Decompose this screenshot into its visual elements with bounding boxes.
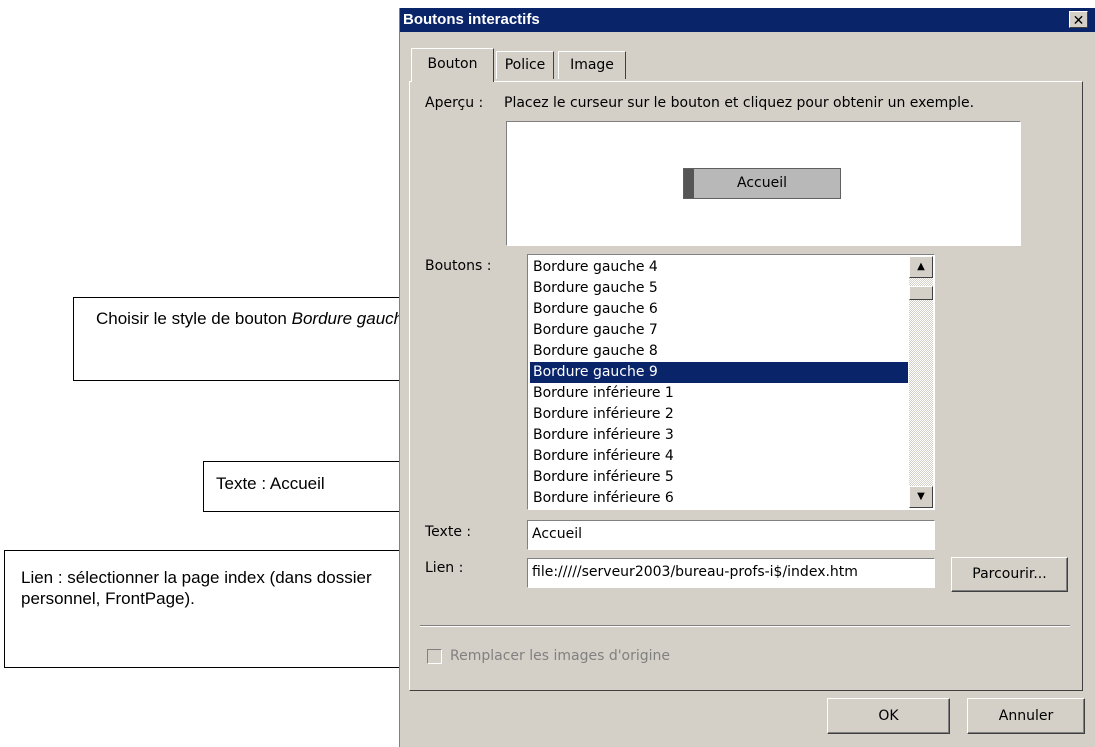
ok-button[interactable]: OK	[827, 698, 950, 734]
link-label: Lien :	[425, 560, 464, 576]
cancel-button[interactable]: Annuler	[967, 698, 1085, 734]
scroll-thumb[interactable]	[909, 286, 933, 300]
list-item[interactable]: Bordure inférieure 3	[530, 425, 908, 446]
replace-images-checkbox[interactable]	[427, 649, 442, 664]
close-button[interactable]: ✕	[1069, 11, 1088, 28]
preview-hint: Placez le curseur sur le bouton et cliqu…	[504, 95, 975, 111]
list-item[interactable]: Bordure inférieure 6	[530, 488, 908, 509]
preview-button[interactable]: Accueil	[683, 168, 841, 199]
dialog-titlebar: Boutons interactifs ✕	[400, 8, 1095, 32]
callout-style-text: Choisir le style de bouton	[96, 309, 292, 328]
callout-text: Texte : Accueil	[203, 461, 415, 512]
arrow-up-icon: ▲	[917, 261, 925, 272]
list-item[interactable]: Bordure inférieure 2	[530, 404, 908, 425]
callout-link: Lien : sélectionner la page index (dans …	[4, 550, 407, 668]
dialog-title: Boutons interactifs	[403, 11, 540, 28]
list-item-selected[interactable]: Bordure gauche 9	[530, 362, 908, 383]
arrow-down-icon: ▼	[917, 491, 925, 502]
list-item[interactable]: Bordure inférieure 1	[530, 383, 908, 404]
list-scrollbar[interactable]: ▲ ▼	[909, 256, 933, 508]
text-input[interactable]: Accueil	[527, 520, 935, 550]
tab-police[interactable]: Police	[496, 51, 554, 79]
browse-button[interactable]: Parcourir...	[951, 557, 1068, 592]
preview-area: Accueil	[506, 121, 1021, 246]
tab-image[interactable]: Image	[558, 51, 626, 79]
close-icon: ✕	[1072, 12, 1085, 28]
buttons-label: Boutons :	[425, 258, 492, 274]
list-item[interactable]: Bordure inférieure 5	[530, 467, 908, 488]
tab-bouton[interactable]: Bouton	[411, 48, 494, 82]
list-item[interactable]: Bordure gauche 5	[530, 278, 908, 299]
scroll-down-button[interactable]: ▼	[909, 486, 933, 508]
preview-label: Aperçu :	[425, 95, 484, 111]
list-item[interactable]: Bordure inférieure 4	[530, 446, 908, 467]
list-item[interactable]: Bordure gauche 7	[530, 320, 908, 341]
list-item[interactable]: Bordure gauche 8	[530, 341, 908, 362]
list-item[interactable]: Bordure gauche 4	[530, 257, 908, 278]
text-label: Texte :	[425, 524, 472, 540]
interactive-buttons-dialog: Boutons interactifs ✕ Bouton Police Imag…	[399, 8, 1095, 747]
replace-images-label: Remplacer les images d'origine	[450, 648, 671, 664]
list-item[interactable]: Bordure gauche 6	[530, 299, 908, 320]
link-input[interactable]: file://///serveur2003/bureau-profs-i$/in…	[527, 558, 935, 588]
scroll-up-button[interactable]: ▲	[909, 256, 933, 278]
separator	[420, 625, 1070, 627]
button-style-list[interactable]: Bordure gauche 4 Bordure gauche 5 Bordur…	[527, 254, 935, 510]
